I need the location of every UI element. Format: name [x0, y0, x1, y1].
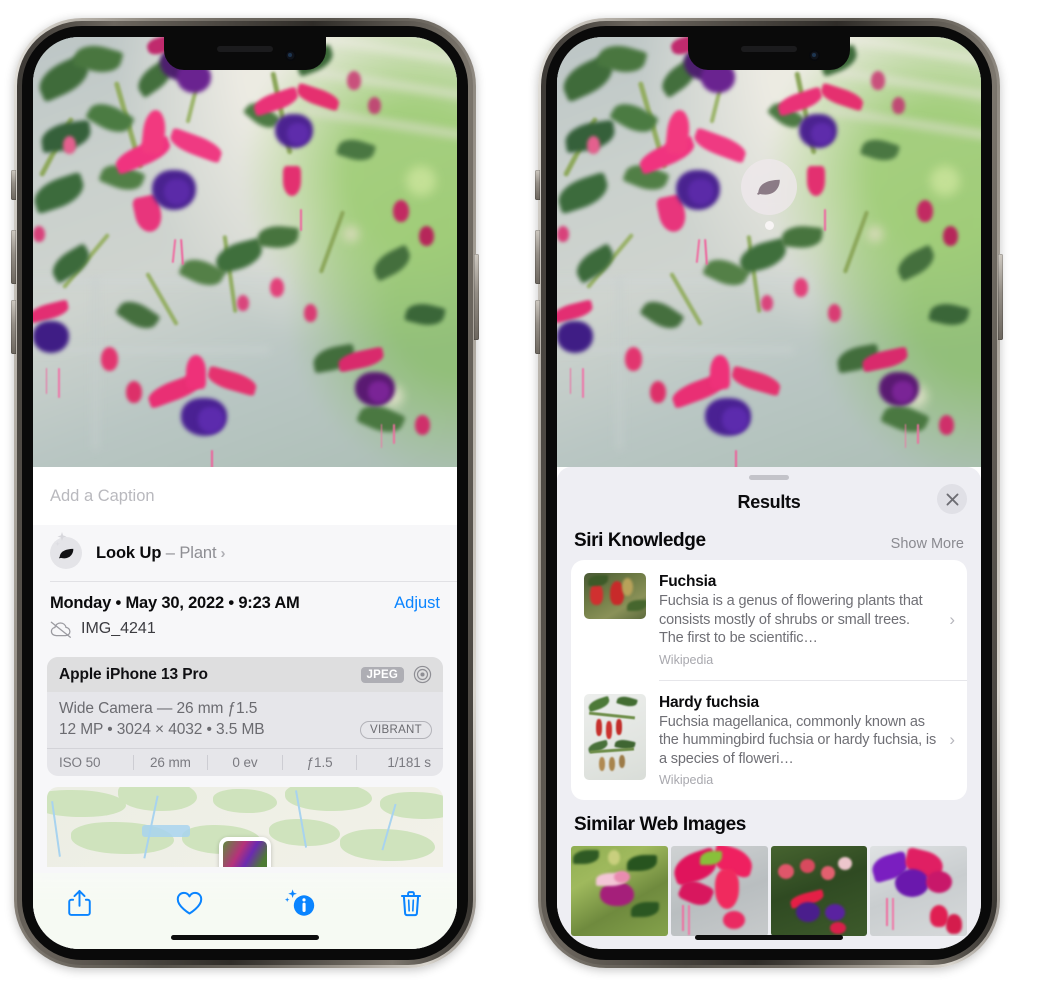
knowledge-title: Hardy fuchsia: [659, 693, 759, 711]
camera-info-card: Apple iPhone 13 Pro JPEG Wide Camera — 2…: [47, 657, 443, 776]
photo-info-sheet: Add a Caption Look Up – Plant › Monday •…: [33, 467, 457, 949]
trash-icon: [400, 890, 422, 916]
similar-image-thumbnail[interactable]: [770, 846, 868, 936]
knowledge-source: Wikipedia: [659, 652, 714, 667]
earpiece-speaker: [741, 46, 797, 52]
photo-fuchsia-flowers[interactable]: [33, 37, 457, 467]
home-indicator[interactable]: [695, 934, 843, 940]
icloud-slash-icon: [50, 621, 71, 638]
knowledge-item[interactable]: Hardy fuchsia Fuchsia magellanica, commo…: [571, 681, 967, 801]
photo-content: [33, 37, 457, 467]
chevron-right-icon: ›: [949, 609, 955, 629]
chevron-right-icon: ›: [949, 730, 955, 750]
similar-image-thumbnail[interactable]: [870, 846, 967, 936]
similar-image-thumbnail[interactable]: [571, 846, 668, 936]
volume-down-button[interactable]: [535, 300, 540, 354]
knowledge-description: Fuchsia magellanica, commonly known as t…: [659, 713, 937, 767]
knowledge-thumbnail: [584, 573, 646, 619]
volume-up-button[interactable]: [11, 230, 16, 284]
sparkle-icon: [55, 532, 67, 547]
camera-lens-line: Wide Camera — 26 mm ƒ1.5: [59, 700, 258, 717]
caption-field[interactable]: Add a Caption: [33, 467, 457, 525]
notch: [164, 37, 326, 70]
knowledge-title: Fuchsia: [659, 573, 717, 590]
info-button[interactable]: [276, 882, 324, 924]
exif-iso: ISO 50: [59, 755, 101, 770]
look-up-subject: Plant: [179, 543, 217, 562]
heart-icon: [176, 891, 203, 915]
aperture-icon: [413, 665, 432, 684]
look-up-badge: [50, 532, 82, 569]
share-button[interactable]: [55, 882, 103, 924]
left-phone: Add a Caption Look Up – Plant › Monday •…: [11, 18, 479, 968]
favorite-button[interactable]: [166, 882, 214, 924]
siri-knowledge-card: Fuchsia Fuchsia is a genus of flowering …: [571, 560, 967, 800]
look-up-label: Look Up – Plant ›: [96, 544, 225, 563]
location-map-thumbnail[interactable]: [47, 787, 443, 867]
info-visual-lookup-icon: [285, 889, 315, 916]
delete-button[interactable]: [387, 882, 435, 924]
adjust-button[interactable]: Adjust: [394, 594, 440, 613]
right-screen: Results Siri Knowledge Show More Fuchsia…: [557, 37, 981, 949]
caption-placeholder: Add a Caption: [50, 486, 155, 505]
similar-web-images-grid: [557, 846, 981, 936]
results-title: Results: [737, 491, 801, 512]
exif-row: ISO 50 26 mm 0 ev ƒ1.5 1/181 s: [47, 748, 443, 776]
exif-exposure-value: 0 ev: [232, 755, 258, 770]
leaf-icon: [757, 179, 780, 195]
photo-metadata: Monday • May 30, 2022 • 9:23 AM Adjust I…: [33, 582, 457, 646]
photo-content: [557, 37, 981, 467]
exif-aperture: ƒ1.5: [306, 755, 333, 770]
show-more-button[interactable]: Show More: [891, 536, 964, 552]
share-icon: [67, 889, 91, 916]
right-phone: Results Siri Knowledge Show More Fuchsia…: [535, 18, 1003, 968]
power-button[interactable]: [998, 254, 1003, 340]
screenshot-stage: Add a Caption Look Up – Plant › Monday •…: [0, 0, 1055, 985]
siri-knowledge-header: Siri Knowledge Show More: [557, 524, 981, 560]
photo-fuchsia-flowers[interactable]: [557, 37, 981, 467]
knowledge-thumbnail: [584, 693, 646, 780]
look-up-title: Look Up: [96, 543, 162, 562]
results-sheet: Results Siri Knowledge Show More Fuchsia…: [557, 467, 981, 949]
photographic-style-badge: VIBRANT: [360, 721, 432, 739]
power-button[interactable]: [474, 254, 479, 340]
similar-image-thumbnail[interactable]: [670, 846, 768, 936]
similar-web-images-header: Similar Web Images: [557, 800, 981, 844]
mute-switch[interactable]: [11, 170, 16, 200]
look-up-dash: –: [161, 543, 180, 562]
front-camera: [285, 50, 296, 61]
chevron-right-icon: ›: [220, 544, 226, 562]
left-screen: Add a Caption Look Up – Plant › Monday •…: [33, 37, 457, 949]
knowledge-item[interactable]: Fuchsia Fuchsia is a genus of flowering …: [571, 560, 967, 680]
knowledge-description: Fuchsia is a genus of flowering plants t…: [659, 593, 923, 646]
exif-focal-length: 26 mm: [150, 755, 191, 770]
front-camera: [809, 50, 820, 61]
camera-device-name: Apple iPhone 13 Pro: [59, 665, 208, 683]
similar-web-images-title: Similar Web Images: [574, 814, 746, 835]
exif-shutter-speed: 1/181 s: [387, 755, 431, 770]
siri-knowledge-title: Siri Knowledge: [574, 530, 706, 551]
home-indicator[interactable]: [171, 934, 319, 940]
volume-up-button[interactable]: [535, 230, 540, 284]
look-up-row[interactable]: Look Up – Plant ›: [33, 525, 457, 581]
close-button[interactable]: [937, 484, 967, 514]
mute-switch[interactable]: [535, 170, 540, 200]
earpiece-speaker: [217, 46, 273, 52]
visual-lookup-badge[interactable]: [741, 159, 797, 230]
format-badge: JPEG: [360, 666, 404, 683]
knowledge-source: Wikipedia: [659, 773, 714, 787]
photo-pin: [219, 837, 271, 867]
notch: [688, 37, 850, 70]
volume-down-button[interactable]: [11, 300, 16, 354]
close-icon: [946, 493, 958, 505]
photo-date: Monday • May 30, 2022 • 9:23 AM: [50, 594, 300, 612]
photo-filename: IMG_4241: [81, 620, 156, 637]
